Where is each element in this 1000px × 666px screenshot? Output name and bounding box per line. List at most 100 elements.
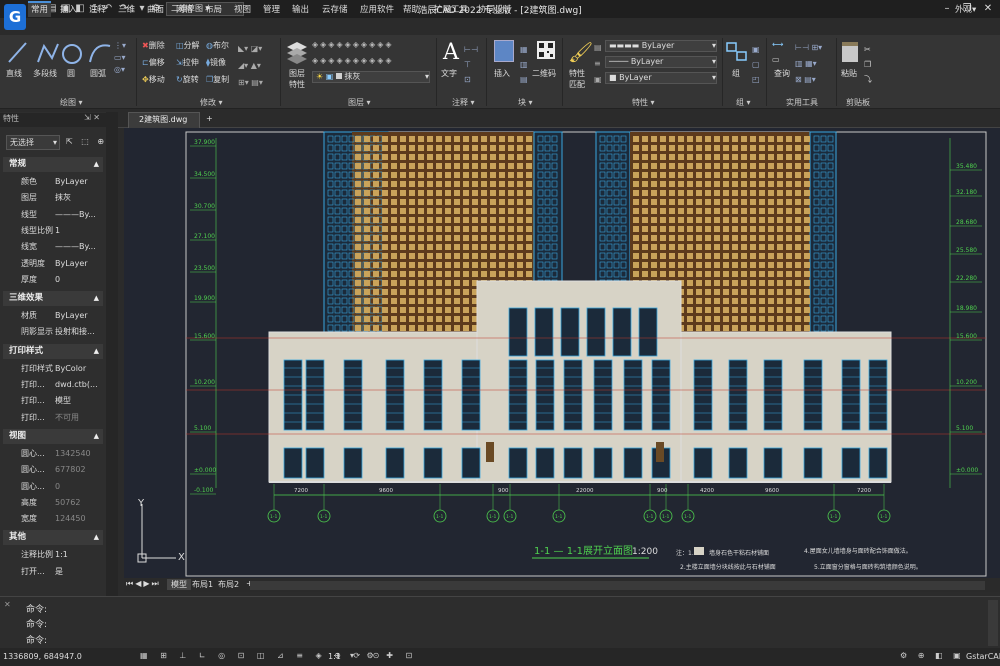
color-dropdown[interactable]: ▬▬▬▬ ByLayer ▾ <box>605 40 717 52</box>
property-value[interactable]: ———By... <box>55 207 103 223</box>
property-row[interactable]: 注释比例 1:1 <box>3 547 103 563</box>
paste-icon[interactable] <box>842 42 858 62</box>
property-value[interactable]: 124450 <box>55 511 103 527</box>
selection-dropdown[interactable]: 无选择 ▾ <box>6 135 60 150</box>
property-row[interactable]: 圆心... 677802 <box>3 462 103 478</box>
status-more-icons[interactable]: ▾ ⚙ ✚ ⊡ <box>350 651 417 660</box>
modify-group-label[interactable]: 修改 ▾ <box>200 97 223 108</box>
horizontal-scrollbar[interactable] <box>250 581 985 590</box>
lineweight-dropdown[interactable]: ■ ByLayer ▾ <box>605 72 717 84</box>
polyline-button[interactable]: 多段线 <box>33 68 57 79</box>
property-value[interactable]: 1 <box>55 223 103 239</box>
collapse-icon[interactable]: ▲ <box>94 157 99 172</box>
menu-view[interactable]: 视图 <box>234 3 251 15</box>
selection-tools-icons[interactable]: ⇱ ⬚ ⊕ <box>66 137 107 146</box>
offset-button[interactable]: ⊏偏移 <box>142 57 165 68</box>
collapse-icon[interactable]: ▲ <box>94 530 99 545</box>
minimize-button[interactable]: – <box>937 1 957 17</box>
property-row[interactable]: 透明度 ByLayer <box>3 256 103 272</box>
property-value[interactable]: 模型 <box>55 393 103 409</box>
property-value[interactable]: 0 <box>55 479 103 495</box>
property-row[interactable]: 打印... 不可用 <box>3 410 103 426</box>
property-row[interactable]: 打开... 是 <box>3 564 103 580</box>
property-value[interactable]: ByColor <box>55 361 103 377</box>
property-value[interactable]: 1:1 <box>55 547 103 563</box>
arc-button[interactable]: 圆弧 <box>90 68 106 79</box>
tab-layout2[interactable]: 布局2 <box>218 579 239 590</box>
group-more-icons[interactable]: ▣ ▢ ◰ <box>752 42 760 87</box>
boolean-button[interactable]: ◍布尔 <box>206 40 229 51</box>
stretch-button[interactable]: ⇲拉伸 <box>176 57 199 68</box>
property-row[interactable]: 宽度 124450 <box>3 511 103 527</box>
menu-output[interactable]: 输出 <box>292 3 309 15</box>
cmd-input[interactable]: 命令: <box>26 633 47 646</box>
copy-button[interactable]: ❐复制 <box>206 74 229 85</box>
property-value[interactable]: ByLayer <box>55 174 103 190</box>
measure-icon[interactable]: ⟷ <box>772 40 783 49</box>
doc-tab[interactable]: 2建筑图.dwg ✕ <box>128 112 200 138</box>
menu-help[interactable]: 帮助 <box>403 3 420 15</box>
drawing-svg[interactable]: 37.900 34.500 30.700 27.100 23.500 19.900 15.6… <box>124 128 1000 578</box>
tab-layout1[interactable]: 布局1 <box>192 579 213 590</box>
property-row[interactable]: 圆心... 0 <box>3 479 103 495</box>
block-more-icons[interactable]: ▦ ▥ ▤ <box>520 42 528 87</box>
property-value[interactable]: 不可用 <box>55 410 103 426</box>
query-icon[interactable]: ▭ <box>772 55 780 64</box>
property-row[interactable]: 线型比例 1 <box>3 223 103 239</box>
property-row[interactable]: 颜色 ByLayer <box>3 174 103 190</box>
property-row[interactable]: 线型 ———By... <box>3 207 103 223</box>
close-button[interactable]: ✕ <box>978 1 998 17</box>
menu-appearance[interactable]: 外观▾ <box>955 3 976 15</box>
property-row[interactable]: 图层 抹灰 <box>3 190 103 206</box>
menu-cloud[interactable]: 云存储 <box>322 3 348 15</box>
mirror-button[interactable]: ⧫镜像 <box>206 57 226 68</box>
util-group-label[interactable]: 实用工具 <box>786 97 818 108</box>
collapse-icon[interactable]: ▲ <box>94 429 99 444</box>
clip-group-label[interactable]: 剪贴板 <box>846 97 870 108</box>
status-right-icons[interactable]: ⚙ ⊕ ◧ ▣ <box>900 651 965 660</box>
layer-tools-icons-2[interactable]: ◈◈◈◈◈◈◈◈◈◈ <box>312 56 394 65</box>
layer-group-label[interactable]: 图层 ▾ <box>348 97 371 108</box>
rotate-button[interactable]: ↻旋转 <box>176 74 199 85</box>
line-button[interactable]: 直线 <box>6 68 22 79</box>
property-value[interactable]: 677802 <box>55 462 103 478</box>
qrcode-icon[interactable] <box>536 40 556 60</box>
clip-more-icons[interactable]: ✂ ❐ ⤵ <box>864 42 872 87</box>
prop-group-label[interactable]: 特性 ▾ <box>632 97 655 108</box>
move-button[interactable]: ✥移动 <box>142 74 165 85</box>
draw-more-icons[interactable]: ⋮▾ ▭▾ ◎▾ <box>114 40 126 76</box>
property-row[interactable]: 打印... dwd.ctb(... <box>3 377 103 393</box>
status-toggle-icons[interactable]: ▦ ⊞ ⊥ ∟ ◎ ⊡ ◫ ⊿ ≡ ◈ ⊕ ⟳ ⊙ <box>140 651 384 660</box>
section-header[interactable]: 其他 ▲ <box>3 530 103 546</box>
property-row[interactable]: 材质 ByLayer <box>3 308 103 324</box>
erase-button[interactable]: ✖删除 <box>142 40 165 51</box>
collapse-icon[interactable]: ▲ <box>94 344 99 359</box>
new-tab-icon[interactable]: + <box>206 114 213 123</box>
property-row[interactable]: 打印样式 ByColor <box>3 361 103 377</box>
layer-tools-icons[interactable]: ◈◈◈◈◈◈◈◈◈◈ <box>312 40 394 49</box>
annot-more-icons[interactable]: ⊢⊣ ⊤ ⊡ <box>464 42 478 87</box>
layer-props-button[interactable]: 图层特性 <box>287 68 307 90</box>
property-row[interactable]: 打印... 模型 <box>3 393 103 409</box>
menu-home[interactable]: 常用 <box>28 1 52 17</box>
menu-manage[interactable]: 管理 <box>263 3 280 15</box>
property-value[interactable]: 0 <box>55 272 103 288</box>
property-row[interactable]: 圆心... 1342540 <box>3 446 103 462</box>
annotation-scale[interactable]: 1:1 <box>328 652 341 661</box>
property-value[interactable]: ByLayer <box>55 308 103 324</box>
section-header[interactable]: 视图 ▲ <box>3 428 103 444</box>
linetype-dropdown[interactable]: ──── ByLayer ▾ <box>605 56 717 68</box>
section-header[interactable]: 常规 ▲ <box>3 157 103 172</box>
property-value[interactable]: 50762 <box>55 495 103 511</box>
match-prop-button[interactable]: 特性匹配 <box>566 68 588 90</box>
block-group-label[interactable]: 块 ▾ <box>518 97 533 108</box>
property-row[interactable]: 高度 50762 <box>3 495 103 511</box>
tab-nav-icons[interactable]: ⏮◀▶⏭ <box>126 579 161 589</box>
collapse-icon[interactable]: ▲ <box>94 291 99 306</box>
group-button[interactable]: 组 <box>732 68 740 79</box>
property-value[interactable]: ———By... <box>55 239 103 255</box>
property-value[interactable]: dwd.ctb(... <box>55 377 103 393</box>
menu-collab[interactable]: 协同设计 <box>478 3 512 15</box>
layer-props-icon[interactable] <box>286 40 308 64</box>
menu-surface[interactable]: 曲面 <box>147 3 164 15</box>
